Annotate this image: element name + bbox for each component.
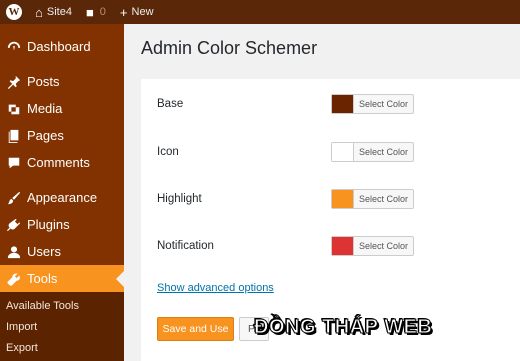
sidebar-item-users[interactable]: Users xyxy=(0,238,124,265)
show-advanced-options-link[interactable]: Show advanced options xyxy=(157,282,274,294)
color-row-notification: Notification Select Color xyxy=(141,231,520,261)
color-row-icon: Icon Select Color xyxy=(141,137,520,167)
select-color-label: Select Color xyxy=(359,241,409,251)
sidebar-item-tools[interactable]: Tools xyxy=(0,265,124,292)
color-swatch xyxy=(332,95,354,113)
brush-icon xyxy=(6,190,22,206)
sidebar-item-posts[interactable]: Posts xyxy=(0,68,124,95)
sidebar-item-label: Appearance xyxy=(27,190,98,205)
sidebar-item-label: Plugins xyxy=(27,217,70,232)
sidebar-item-label: Dashboard xyxy=(27,39,91,54)
watermark-text: ĐỒNG THÁP WEB xyxy=(253,316,433,339)
user-icon xyxy=(6,244,22,260)
page-title: Admin Color Schemer xyxy=(141,38,318,58)
main-content: Admin Color Schemer Base Select Color Ic… xyxy=(124,24,520,361)
comment-icon xyxy=(6,155,22,171)
admin-sidebar: Dashboard Posts Media Pages Comments App… xyxy=(0,24,124,361)
sidebar-item-media[interactable]: Media xyxy=(0,95,124,122)
select-color-label: Select Color xyxy=(359,147,409,157)
save-and-use-button[interactable]: Save and Use xyxy=(157,317,234,341)
comments-menu[interactable]: ■ 0 xyxy=(79,0,113,24)
submenu-item-import[interactable]: Import xyxy=(0,317,124,338)
wordpress-logo-icon: W xyxy=(6,4,22,20)
new-content-menu[interactable]: + New xyxy=(113,0,161,24)
wrench-icon xyxy=(6,271,22,287)
color-picker-button[interactable]: Select Color xyxy=(331,189,415,209)
submenu-item-available-tools[interactable]: Available Tools xyxy=(0,296,124,317)
home-icon: ⌂ xyxy=(35,4,43,20)
color-swatch xyxy=(332,143,354,161)
pin-icon xyxy=(6,74,22,90)
tools-submenu: Available Tools Import Export xyxy=(0,292,124,361)
color-swatch xyxy=(332,237,354,255)
plus-icon: + xyxy=(119,4,128,20)
wp-logo-menu[interactable]: W xyxy=(0,0,28,24)
sidebar-item-label: Pages xyxy=(27,128,64,143)
color-swatch xyxy=(332,190,354,208)
sidebar-item-label: Users xyxy=(27,244,61,259)
dashboard-icon xyxy=(6,39,22,55)
media-icon xyxy=(6,101,22,117)
pages-icon xyxy=(6,128,22,144)
sidebar-item-label: Tools xyxy=(27,271,58,286)
comments-count: 0 xyxy=(99,6,106,18)
color-picker-button[interactable]: Select Color xyxy=(331,142,415,162)
site-name-label: Site4 xyxy=(46,6,72,18)
site-name-menu[interactable]: ⌂ Site4 xyxy=(28,0,79,24)
color-label: Base xyxy=(157,98,184,110)
comment-bubble-icon: ■ xyxy=(85,4,94,20)
sidebar-item-plugins[interactable]: Plugins xyxy=(0,211,124,238)
sidebar-item-comments[interactable]: Comments xyxy=(0,149,124,176)
color-picker-button[interactable]: Select Color xyxy=(331,94,415,114)
select-color-label: Select Color xyxy=(359,194,409,204)
color-picker-button[interactable]: Select Color xyxy=(331,236,415,256)
color-row-base: Base Select Color xyxy=(141,89,520,119)
color-label: Highlight xyxy=(157,193,202,205)
sidebar-item-label: Comments xyxy=(27,155,90,170)
sidebar-item-dashboard[interactable]: Dashboard xyxy=(0,33,124,60)
color-label: Icon xyxy=(157,146,179,158)
submenu-item-export[interactable]: Export xyxy=(0,338,124,359)
color-row-highlight: Highlight Select Color xyxy=(141,184,520,214)
sidebar-item-label: Posts xyxy=(27,74,60,89)
new-label: New xyxy=(131,6,154,18)
select-color-label: Select Color xyxy=(359,99,409,109)
sidebar-item-label: Media xyxy=(27,101,63,116)
plugin-icon xyxy=(6,217,22,233)
sidebar-item-appearance[interactable]: Appearance xyxy=(0,184,124,211)
sidebar-item-pages[interactable]: Pages xyxy=(0,122,124,149)
color-label: Notification xyxy=(157,240,214,252)
admin-bar: W ⌂ Site4 ■ 0 + New xyxy=(0,0,520,24)
